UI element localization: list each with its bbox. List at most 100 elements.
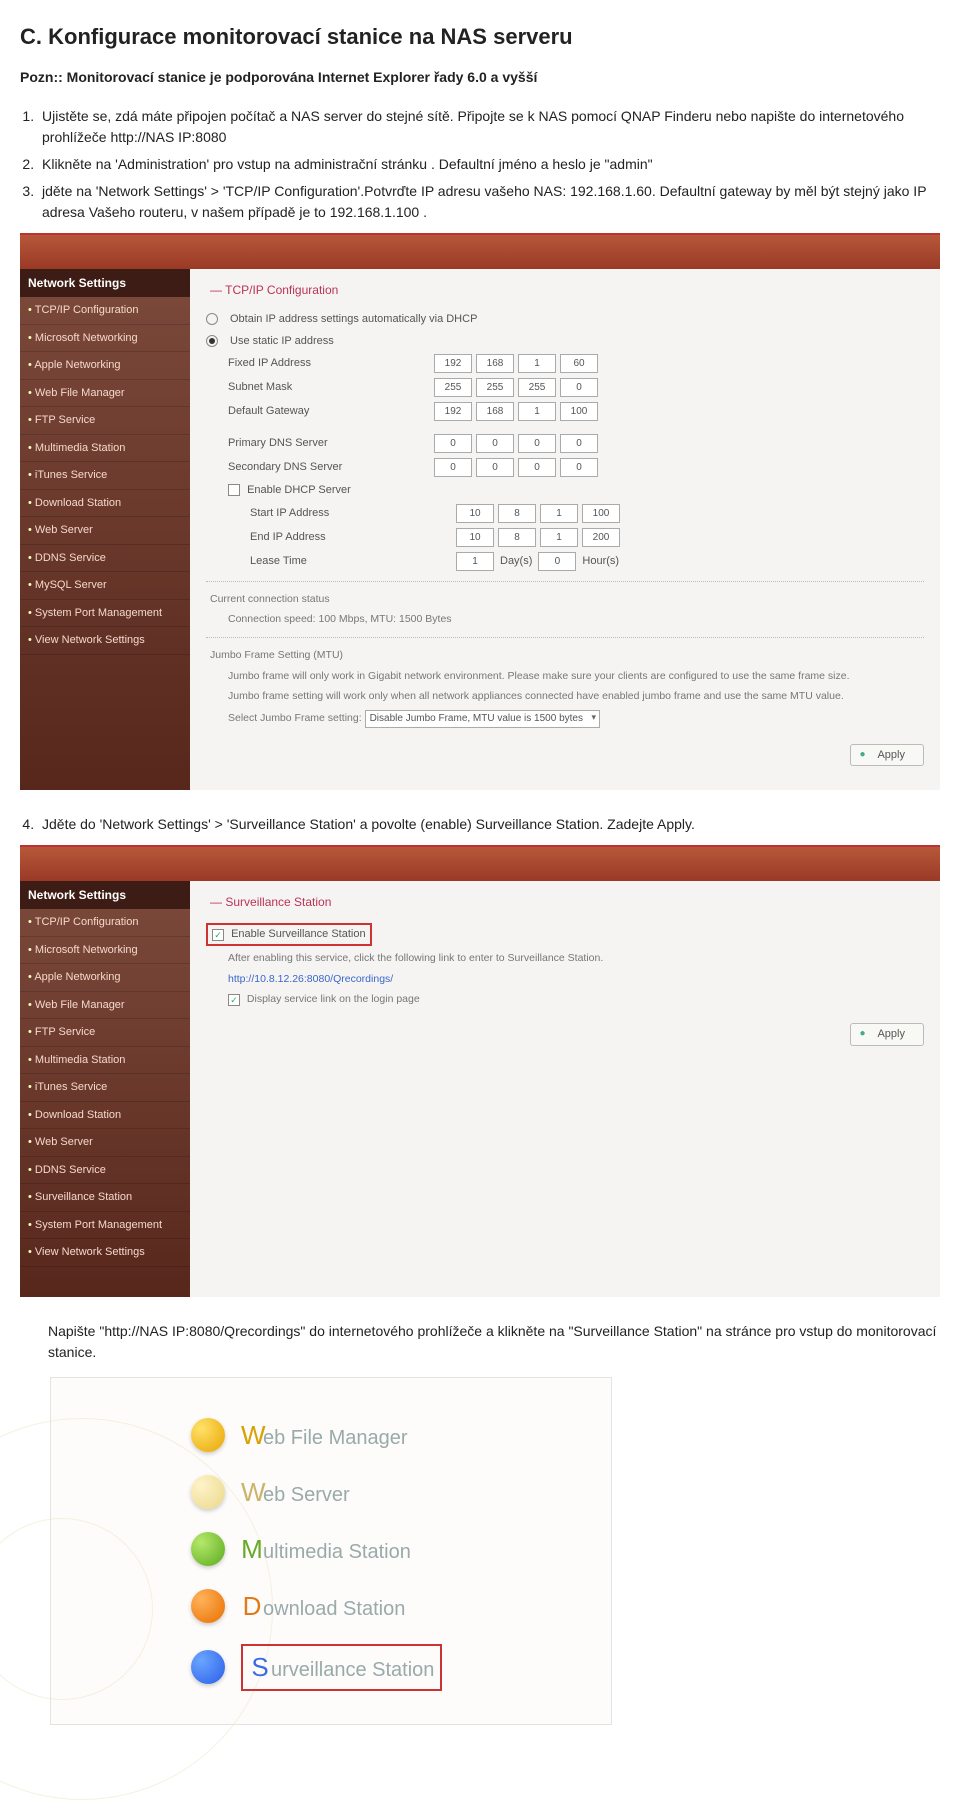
sidebar-item-ftp[interactable]: FTP Service (20, 407, 190, 435)
ip-mask-1[interactable]: 255 (434, 378, 472, 397)
apply-button[interactable]: Apply (850, 744, 924, 767)
ip-sip-3[interactable]: 1 (540, 504, 578, 523)
ip-sip-1[interactable]: 10 (456, 504, 494, 523)
ip-mask-3[interactable]: 255 (518, 378, 556, 397)
sidebar-item-download[interactable]: Download Station (20, 490, 190, 518)
ip-sip-2[interactable]: 8 (498, 504, 536, 523)
checkbox-dhcp-server[interactable] (228, 484, 240, 496)
ip-eip-2[interactable]: 8 (498, 528, 536, 547)
ip-gw-4[interactable]: 100 (560, 402, 598, 421)
service-rest-label: ownload Station (263, 1598, 405, 1620)
checkbox-enable-surveillance[interactable] (212, 929, 224, 941)
apply-button-2[interactable]: Apply (850, 1023, 924, 1046)
step-2: Klikněte na 'Administration' pro vstup n… (38, 154, 940, 175)
checkbox-enable-surveillance-label: Enable Surveillance Station (231, 928, 366, 940)
service-rest-label: urveillance Station (271, 1659, 434, 1681)
sidebar-item-tcpip[interactable]: TCP/IP Configuration (20, 297, 190, 325)
surveillance-link[interactable]: http://10.8.12.26:8080/Qrecordings/ (228, 972, 924, 987)
sidebar-item-apple[interactable]: Apple Networking (20, 352, 190, 380)
admin-sidebar-2: Network Settings TCP/IP Configuration Mi… (20, 881, 190, 1297)
sidebar-item-tcpip[interactable]: TCP/IP Configuration (20, 909, 190, 937)
admin-main-tcpip: — TCP/IP Configuration Obtain IP address… (190, 269, 940, 790)
radio-dhcp[interactable] (206, 313, 218, 325)
sidebar-item-webfm[interactable]: Web File Manager (20, 380, 190, 408)
login-services-panel: Web File Manager Web Server Multimedia S… (50, 1377, 612, 1725)
sidebar-item-mysql[interactable]: MySQL Server (20, 572, 190, 600)
service-web-file-manager[interactable]: Web File Manager (191, 1416, 591, 1455)
ip-gw-2[interactable]: 168 (476, 402, 514, 421)
label-mask: Subnet Mask (206, 379, 428, 396)
service-first-letter: S (249, 1648, 271, 1687)
ip-eip-3[interactable]: 1 (540, 528, 578, 547)
sidebar-item-portmgmt[interactable]: System Port Management (20, 1212, 190, 1240)
page-heading: C. Konfigurace monitorovací stanice na N… (20, 20, 940, 53)
dot-icon (191, 1532, 225, 1566)
ip-eip-4[interactable]: 200 (582, 528, 620, 547)
ip-sdns-2[interactable]: 0 (476, 458, 514, 477)
sidebar-item-webserver[interactable]: Web Server (20, 1129, 190, 1157)
sidebar-item-multimedia[interactable]: Multimedia Station (20, 435, 190, 463)
sidebar-item-msnet[interactable]: Microsoft Networking (20, 325, 190, 353)
ip-mask-4[interactable]: 0 (560, 378, 598, 397)
enable-surveillance-highlight: Enable Surveillance Station (206, 923, 372, 946)
ip-fixed-3[interactable]: 1 (518, 354, 556, 373)
label-end-ip: End IP Address (206, 529, 450, 546)
ip-pdns-4[interactable]: 0 (560, 434, 598, 453)
sidebar-item-itunes[interactable]: iTunes Service (20, 462, 190, 490)
ip-sip-4[interactable]: 100 (582, 504, 620, 523)
ip-pdns-1[interactable]: 0 (434, 434, 472, 453)
ip-sdns-1[interactable]: 0 (434, 458, 472, 477)
step-1: Ujistěte se, zdá máte připojen počítač a… (38, 106, 940, 148)
service-surveillance-station[interactable]: Surveillance Station (191, 1644, 591, 1691)
radio-static-label: Use static IP address (230, 333, 334, 350)
step-4: Jděte do 'Network Settings' > 'Surveilla… (38, 814, 940, 835)
sidebar-item-ftp[interactable]: FTP Service (20, 1019, 190, 1047)
ip-eip-1[interactable]: 10 (456, 528, 494, 547)
ip-pdns-3[interactable]: 0 (518, 434, 556, 453)
service-multimedia-station[interactable]: Multimedia Station (191, 1530, 591, 1569)
conn-status-label: Current connection status (210, 592, 924, 607)
service-first-letter: W (241, 1473, 263, 1512)
step-3: jděte na 'Network Settings' > 'TCP/IP Co… (38, 181, 940, 223)
sidebar-item-download[interactable]: Download Station (20, 1102, 190, 1130)
ip-pdns-2[interactable]: 0 (476, 434, 514, 453)
sidebar-item-webserver[interactable]: Web Server (20, 517, 190, 545)
lease-days[interactable]: 1 (456, 552, 494, 571)
label-start-ip: Start IP Address (206, 505, 450, 522)
surveillance-highlight: Surveillance Station (241, 1644, 442, 1691)
ip-fixed-4[interactable]: 60 (560, 354, 598, 373)
sidebar-item-viewnet[interactable]: View Network Settings (20, 627, 190, 655)
ip-sdns-3[interactable]: 0 (518, 458, 556, 477)
sidebar-item-msnet[interactable]: Microsoft Networking (20, 937, 190, 965)
service-rest-label: ultimedia Station (263, 1541, 411, 1563)
sidebar-item-multimedia[interactable]: Multimedia Station (20, 1047, 190, 1075)
ip-mask-2[interactable]: 255 (476, 378, 514, 397)
sidebar-item-itunes[interactable]: iTunes Service (20, 1074, 190, 1102)
jumbo-select[interactable]: Disable Jumbo Frame, MTU value is 1500 b… (365, 710, 600, 728)
lease-hours[interactable]: 0 (538, 552, 576, 571)
sidebar-heading-2: Network Settings (20, 881, 190, 909)
jumbo-note-1: Jumbo frame will only work in Gigabit ne… (228, 669, 924, 684)
ip-sdns-4[interactable]: 0 (560, 458, 598, 477)
checkbox-dhcp-server-label: Enable DHCP Server (247, 484, 351, 496)
ip-fixed-1[interactable]: 192 (434, 354, 472, 373)
ip-gw-1[interactable]: 192 (434, 402, 472, 421)
sidebar-item-ddns[interactable]: DDNS Service (20, 545, 190, 573)
checkbox-display-link-label: Display service link on the login page (247, 993, 420, 1005)
sidebar-item-apple[interactable]: Apple Networking (20, 964, 190, 992)
dot-icon (191, 1475, 225, 1509)
dot-icon (191, 1650, 225, 1684)
ip-gw-3[interactable]: 1 (518, 402, 556, 421)
browser-instruction: Napište "http://NAS IP:8080/Qrecordings"… (48, 1321, 940, 1363)
sidebar-item-viewnet[interactable]: View Network Settings (20, 1239, 190, 1267)
sidebar-item-ddns[interactable]: DDNS Service (20, 1157, 190, 1185)
sidebar-item-surveillance[interactable]: Surveillance Station (20, 1184, 190, 1212)
service-download-station[interactable]: Download Station (191, 1587, 591, 1626)
checkbox-display-link[interactable] (228, 994, 240, 1006)
sidebar-item-webfm[interactable]: Web File Manager (20, 992, 190, 1020)
dot-icon (191, 1589, 225, 1623)
ip-fixed-2[interactable]: 168 (476, 354, 514, 373)
service-web-server[interactable]: Web Server (191, 1473, 591, 1512)
sidebar-item-portmgmt[interactable]: System Port Management (20, 600, 190, 628)
radio-static[interactable] (206, 335, 218, 347)
